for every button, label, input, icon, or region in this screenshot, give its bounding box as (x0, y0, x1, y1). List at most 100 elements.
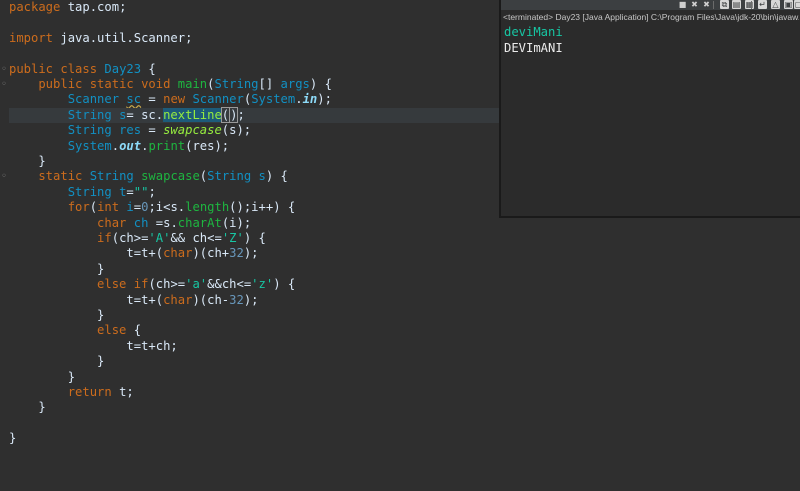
code-token: ); (243, 246, 259, 261)
fold-marker-icon[interactable]: ◦ (1, 77, 7, 92)
code-line[interactable]: import java.util.Scanner; (9, 31, 192, 46)
code-token: if (133, 277, 149, 292)
code-token: Day23 (104, 61, 142, 76)
code-token: 'Z' (221, 231, 244, 245)
code-line[interactable]: else if(ch>='a'&&ch<='z') { (9, 277, 295, 292)
code-token: ) { (243, 231, 266, 245)
code-line[interactable]: } (9, 354, 104, 369)
code-token: t=t+ch; (9, 338, 178, 353)
code-line[interactable]: if(ch>='A'&& ch<='Z') { (9, 231, 266, 246)
code-token: new (163, 92, 193, 107)
code-token: Scanner (192, 92, 244, 107)
code-token: s (258, 169, 266, 184)
code-token: [] (258, 77, 281, 91)
code-line[interactable]: else { (9, 323, 141, 338)
code-token: swapcase (141, 169, 200, 184)
new-console-icon[interactable]: ▢ (794, 0, 800, 9)
code-line[interactable]: t=t+(char)(ch-32); (9, 292, 258, 308)
code-token: int (97, 200, 127, 215)
terminate-icon[interactable]: ■ (678, 0, 687, 9)
toolbar-separator (713, 1, 714, 9)
code-token: length (185, 200, 230, 215)
pin-console-icon[interactable]: △ (771, 0, 780, 9)
code-token: . (111, 138, 120, 153)
code-line[interactable]: } (9, 400, 46, 415)
code-token: res (119, 123, 142, 138)
code-token: } (9, 400, 46, 415)
copy-icon[interactable]: ⧉ (720, 0, 729, 9)
code-line[interactable]: } (9, 308, 104, 323)
code-line[interactable]: t=t+ch; (9, 338, 178, 354)
display-console-icon[interactable]: ▣ (784, 0, 793, 9)
code-token: String (9, 123, 120, 138)
code-line[interactable]: package tap.com; (9, 0, 126, 15)
code-line[interactable]: t=t+(char)(ch+32); (9, 246, 259, 261)
code-token: in (302, 92, 318, 107)
code-token: { (133, 323, 142, 338)
code-token: return (9, 385, 120, 399)
code-token: String (9, 184, 120, 199)
code-token: } (9, 354, 105, 369)
code-token: = (141, 92, 164, 107)
console-input-line: deviMani (504, 25, 563, 39)
code-line[interactable]: String t=""; (9, 185, 156, 200)
code-token: else (9, 277, 134, 292)
code-line[interactable]: } (9, 370, 75, 385)
console-output-line: DEVImANI (504, 40, 563, 55)
code-token: ; (148, 184, 156, 199)
code-token: = (126, 184, 134, 199)
code-token: . (295, 92, 303, 107)
word-wrap-icon[interactable]: ↵ (758, 0, 767, 9)
code-line[interactable]: } (9, 431, 16, 446)
code-token: t=t+( (9, 246, 164, 261)
code-token: ) { (273, 277, 296, 292)
code-line[interactable]: String s= sc.nextLine(); (9, 106, 499, 124)
code-token: if (9, 231, 112, 245)
scroll-lock-icon[interactable]: ▦ (745, 0, 754, 9)
code-token: tap.com; (67, 0, 127, 14)
code-token: ) { (265, 169, 288, 184)
code-token: "" (133, 184, 149, 199)
code-line[interactable]: System.out.print(res); (9, 139, 229, 154)
code-line[interactable]: public class Day23 { (9, 62, 156, 77)
code-line[interactable]: Scanner sc = new Scanner(System.in); (9, 92, 332, 107)
code-token: } (9, 154, 46, 168)
remove-all-icon[interactable]: ✖ (702, 0, 711, 9)
clear-console-icon[interactable]: ▤ (732, 0, 741, 9)
code-line[interactable]: public static void main(String[] args) { (9, 77, 332, 92)
code-token: System (9, 138, 112, 153)
code-token: )(ch- (192, 292, 230, 307)
code-token: ( (89, 200, 98, 215)
code-token: { (141, 61, 156, 76)
code-token: (s); (221, 123, 252, 138)
code-line[interactable]: for(int i=0;i<s.length();i++) { (9, 200, 296, 215)
code-token: ); (317, 92, 332, 107)
console-view: ■ ✖ ✖ ⧉ ▤ ▦ ↵ △ ▣ ▢ <terminated> Day23 [Java Appl… (499, 0, 800, 218)
code-token: } (9, 431, 17, 446)
code-token: &&ch<= (207, 277, 252, 292)
code-token: import (9, 30, 61, 45)
code-token: else (9, 323, 134, 338)
code-token: (ch>= (148, 277, 186, 292)
code-line[interactable]: static String swapcase(String s) { (9, 169, 288, 184)
code-token: (res); (185, 138, 230, 153)
code-token: for (9, 200, 90, 215)
remove-launch-icon[interactable]: ✖ (690, 0, 699, 9)
code-line[interactable]: } (9, 262, 104, 277)
code-token: out (119, 138, 142, 153)
code-token: )(ch+ (192, 246, 230, 261)
code-token: String (89, 169, 142, 184)
code-line[interactable]: return t; (9, 385, 134, 400)
eclipse-window: package tap.com; import java.util.Scanner… (0, 0, 800, 491)
toolbar-separator (751, 1, 752, 9)
code-token: char (9, 215, 134, 230)
code-token: void (141, 77, 178, 91)
fold-marker-icon[interactable]: ◦ (1, 169, 7, 184)
console-output[interactable]: deviMani DEVImANI (504, 25, 563, 56)
code-token: 32 (229, 246, 244, 261)
code-line[interactable]: String res = swapcase(s); (9, 123, 251, 138)
fold-marker-icon[interactable]: ◦ (1, 62, 7, 77)
code-line[interactable]: } (9, 154, 46, 169)
code-token: nextLine (163, 107, 222, 122)
code-line[interactable]: char ch =s.charAt(i); (9, 216, 251, 231)
